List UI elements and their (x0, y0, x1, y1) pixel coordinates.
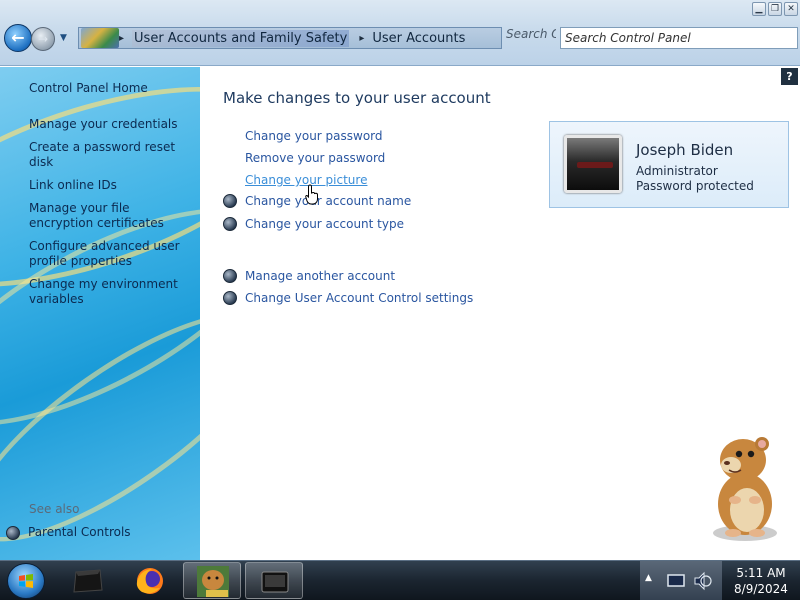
restore-button[interactable]: ❐ (768, 2, 782, 16)
breadcrumb-user-accounts-family-safety[interactable]: User Accounts and Family Safety (132, 29, 350, 47)
window-titlebar: ▁ ❐ ✕ ← → ▼ ▸ User Accounts and Family S… (0, 0, 800, 66)
taskbar-hamster-button[interactable] (183, 562, 241, 599)
user-password-status: Password protected (636, 179, 754, 193)
user-accounts-window-icon (261, 571, 289, 593)
search-ghost-text: Search C (506, 27, 556, 41)
hand-cursor-icon (305, 184, 318, 205)
change-account-name-label: Change your account name (245, 194, 412, 208)
picture-detail (577, 162, 613, 168)
control-panel-home-link[interactable]: Control Panel Home (29, 81, 194, 96)
manage-credentials-link[interactable]: Manage your credentials (29, 117, 194, 132)
see-also-heading: See also (29, 502, 80, 516)
password-reset-disk-link[interactable]: Create a password reset disk (29, 140, 194, 170)
left-link-list: Control Panel Home Manage your credentia… (29, 81, 194, 307)
display-tray-icon[interactable] (666, 572, 688, 590)
environment-variables-link[interactable]: Change my environment variables (29, 277, 194, 307)
recent-pages-dropdown[interactable]: ▼ (60, 31, 72, 45)
control-panel-icon (81, 28, 119, 48)
search-placeholder: Search Control Panel (565, 31, 691, 45)
breadcrumb-separator[interactable]: ▸ (359, 33, 364, 44)
taskbar-clock[interactable]: 5:11 AM 8/9/2024 (722, 565, 800, 597)
taskbar: ▲ 5:11 AM 8/9/2024 (0, 560, 800, 600)
manage-another-account-link[interactable]: Manage another account (223, 269, 395, 283)
uac-settings-link[interactable]: Change User Account Control settings (223, 291, 473, 305)
user-name: Joseph Biden (636, 141, 734, 159)
address-bar[interactable]: ▸ User Accounts and Family Safety ▸ User… (78, 27, 502, 49)
profile-properties-link[interactable]: Configure advanced user profile properti… (29, 239, 194, 269)
breadcrumb-separator[interactable]: ▸ (119, 33, 124, 44)
close-button[interactable]: ✕ (784, 2, 798, 16)
window-controls: ▁ ❐ ✕ (752, 2, 798, 16)
minimize-button[interactable]: ▁ (752, 2, 766, 16)
hamster-gadget[interactable] (695, 430, 790, 545)
search-input[interactable]: Search Control Panel (560, 27, 798, 49)
shield-icon (6, 525, 20, 540)
windows-logo-icon (19, 574, 33, 588)
link-online-ids-link[interactable]: Link online IDs (29, 178, 194, 193)
parental-controls-label: Parental Controls (28, 525, 131, 539)
file-encryption-link[interactable]: Manage your file encryption certificates (29, 201, 194, 231)
parental-controls-link[interactable]: Parental Controls (6, 525, 131, 540)
firefox-icon (136, 568, 163, 594)
help-icon[interactable]: ? (781, 68, 798, 85)
shield-icon (223, 291, 237, 305)
taskbar-control-panel-button[interactable] (245, 562, 303, 599)
clock-time: 5:11 AM (736, 566, 786, 580)
change-account-type-link[interactable]: Change your account type (223, 217, 404, 231)
user-account-card: Joseph Biden Administrator Password prot… (549, 121, 789, 208)
tray-expand-icon[interactable]: ▲ (645, 573, 652, 583)
user-role: Administrator (636, 164, 718, 178)
taskbar-firefox-button[interactable] (122, 562, 178, 599)
shield-icon (223, 194, 237, 208)
manage-another-account-label: Manage another account (245, 269, 396, 283)
uac-settings-label: Change User Account Control settings (245, 291, 474, 305)
clock-date: 8/9/2024 (734, 582, 788, 596)
device-icon (73, 569, 103, 593)
user-picture[interactable] (564, 135, 622, 193)
forward-arrow-icon[interactable]: → (31, 27, 55, 51)
hamster-box-icon (197, 566, 229, 597)
back-arrow-icon[interactable]: ← (4, 24, 32, 52)
start-button[interactable] (7, 563, 45, 599)
shield-icon (223, 217, 237, 231)
system-tray: ▲ (640, 561, 722, 600)
left-task-pane: Control Panel Home Manage your credentia… (0, 67, 200, 560)
change-account-type-label: Change your account type (245, 217, 404, 231)
taskbar-device-button[interactable] (60, 562, 116, 599)
change-password-link[interactable]: Change your password (245, 129, 383, 143)
shield-icon (223, 269, 237, 283)
page-title: Make changes to your user account (223, 89, 491, 107)
breadcrumb-user-accounts[interactable]: User Accounts (372, 31, 465, 46)
volume-tray-icon[interactable] (692, 571, 714, 591)
remove-password-link[interactable]: Remove your password (245, 151, 385, 165)
